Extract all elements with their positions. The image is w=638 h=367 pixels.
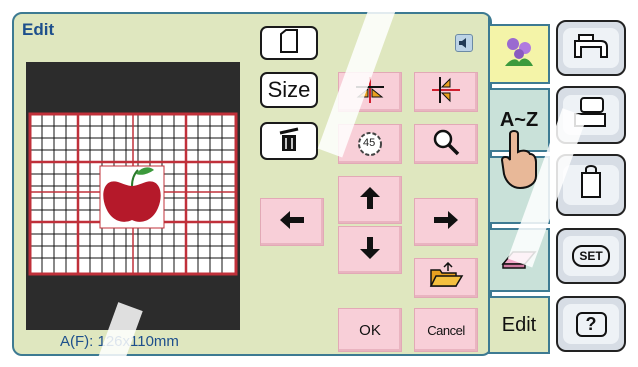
sewing-mode-button[interactable] xyxy=(556,20,626,76)
up-arrow-icon xyxy=(358,185,382,216)
tab-hoop[interactable] xyxy=(490,156,550,224)
help-button[interactable]: ? xyxy=(556,296,626,352)
delete-button[interactable] xyxy=(260,122,318,160)
new-page-icon xyxy=(278,28,300,58)
mirror-vertical-button[interactable] xyxy=(338,72,402,112)
tab-font-label: A~Z xyxy=(499,108,539,131)
embroidery-machine-icon xyxy=(571,96,611,135)
size-button-label: Size xyxy=(267,77,311,102)
embroidery-mode-button[interactable] xyxy=(556,86,626,144)
trash-icon xyxy=(276,125,302,158)
embroidery-preview xyxy=(26,62,240,330)
mirror-horizontal-icon xyxy=(428,75,464,110)
memory-button[interactable] xyxy=(556,154,626,216)
settings-button[interactable]: SET xyxy=(556,228,626,284)
move-up-button[interactable] xyxy=(338,176,402,224)
move-down-button[interactable] xyxy=(338,226,402,274)
help-button-label: ? xyxy=(575,311,607,337)
zoom-button[interactable] xyxy=(414,124,478,164)
move-right-button[interactable] xyxy=(414,198,478,246)
down-arrow-icon xyxy=(358,235,382,266)
size-button[interactable]: Size xyxy=(260,72,318,108)
rotate-button[interactable]: 45 xyxy=(338,124,402,164)
size-readout: A(F): 126x110mm xyxy=(60,333,179,350)
tab-edit[interactable]: Edit xyxy=(490,296,550,354)
new-button[interactable] xyxy=(260,26,318,60)
cancel-button[interactable]: Cancel xyxy=(414,308,478,352)
left-arrow-icon xyxy=(278,209,306,236)
page-title: Edit xyxy=(22,20,55,39)
eraser-icon xyxy=(499,246,539,275)
set-button-label: SET xyxy=(572,245,610,267)
mirror-horizontal-button[interactable] xyxy=(414,72,478,112)
pocket-icon xyxy=(574,164,608,206)
rotate-label: 45 xyxy=(363,137,376,149)
ok-button-label: OK xyxy=(359,321,381,339)
mirror-vertical-icon xyxy=(352,75,388,110)
right-arrow-icon xyxy=(432,209,460,236)
tab-edit-label: Edit xyxy=(501,313,537,336)
ok-button[interactable]: OK xyxy=(338,308,402,352)
tab-eraser[interactable] xyxy=(490,228,550,292)
move-left-button[interactable] xyxy=(260,198,324,246)
tab-pattern[interactable] xyxy=(490,24,550,84)
flower-pattern-icon xyxy=(499,34,539,75)
open-folder-icon xyxy=(428,261,464,295)
sewing-machine-icon xyxy=(571,31,611,66)
cancel-button-label: Cancel xyxy=(427,322,465,338)
open-button[interactable] xyxy=(414,258,478,298)
magnifier-icon xyxy=(431,127,461,162)
tab-font[interactable]: A~Z xyxy=(490,88,550,152)
speaker-icon[interactable] xyxy=(455,34,473,52)
